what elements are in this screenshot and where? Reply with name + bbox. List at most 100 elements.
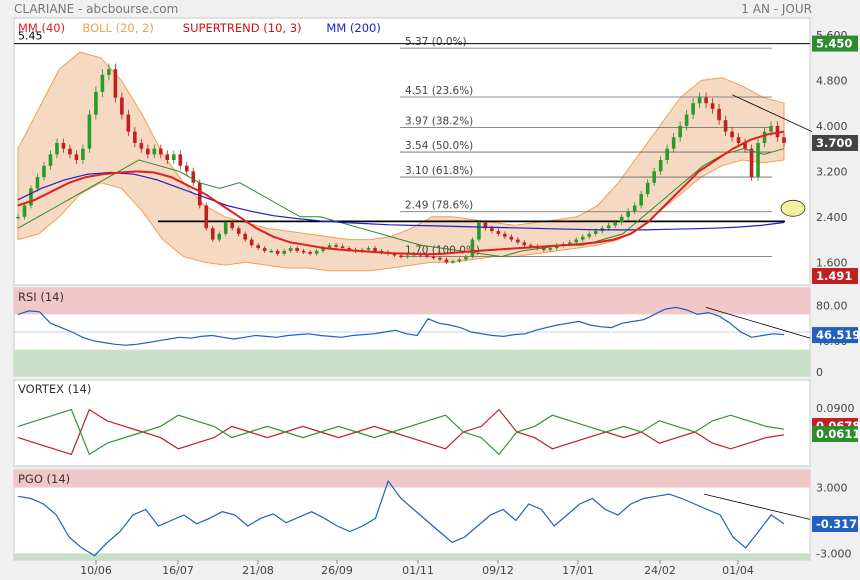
candle-body xyxy=(340,246,345,249)
candle-body xyxy=(314,250,319,254)
candle-body xyxy=(717,108,721,121)
candle-body xyxy=(678,125,682,138)
x-tick-1: 16/07 xyxy=(162,564,194,577)
candle-body xyxy=(61,142,66,149)
pgo-tick-3: 3.000 xyxy=(816,482,848,495)
candle-body xyxy=(100,74,105,92)
candle-body xyxy=(632,205,637,212)
candle-body xyxy=(619,216,624,223)
candle-body xyxy=(210,228,215,240)
candle-body xyxy=(749,148,754,178)
candle-body xyxy=(366,248,371,250)
candle-body xyxy=(159,148,163,155)
vortex-tick: 0.0900 xyxy=(816,402,855,415)
candle-body xyxy=(762,131,767,143)
candle-body xyxy=(282,250,286,254)
candle-body xyxy=(723,120,728,132)
candle-body xyxy=(87,114,92,149)
candle-body xyxy=(704,97,708,104)
candle-body xyxy=(399,255,403,257)
candle-body xyxy=(35,177,40,189)
candle-body xyxy=(645,182,650,195)
pgo-title: PGO (14) xyxy=(18,472,70,486)
rsi-oversold-zone xyxy=(14,349,810,376)
candle-body xyxy=(256,245,260,249)
candle-body xyxy=(16,216,20,219)
candle-body xyxy=(580,236,585,240)
candle-body xyxy=(22,205,27,217)
x-tick-6: 17/01 xyxy=(562,564,594,577)
candle-body xyxy=(113,69,118,98)
candle-body xyxy=(684,114,689,126)
candle-body xyxy=(438,257,442,260)
candle-body xyxy=(288,248,293,251)
candle-body xyxy=(548,248,553,250)
candle-body xyxy=(217,233,222,240)
x-tick-5: 09/12 xyxy=(482,564,514,577)
pgo-value-badge: -0.3176 xyxy=(816,517,860,531)
candle-body xyxy=(477,222,481,240)
candle-body xyxy=(249,239,254,246)
x-tick-8: 01/04 xyxy=(722,564,754,577)
candle-body xyxy=(451,261,455,263)
candle-body xyxy=(243,233,248,240)
candle-body xyxy=(658,160,663,172)
candle-body xyxy=(606,225,611,229)
candle-body xyxy=(444,259,449,263)
candle-body xyxy=(139,142,144,149)
candle-body xyxy=(639,194,643,206)
x-tick-3: 26/09 xyxy=(321,564,353,577)
candle-body xyxy=(223,222,228,234)
candle-body xyxy=(301,250,306,253)
candle-body xyxy=(197,182,202,206)
last-price-badge: 3.700 xyxy=(816,136,852,150)
rsi-tick-0: 0 xyxy=(816,366,823,379)
candle-body xyxy=(457,259,462,262)
candle-body xyxy=(431,256,436,259)
candle-body xyxy=(295,248,299,251)
candle-body xyxy=(710,103,715,109)
y-tick-price-3: 3.200 xyxy=(816,165,848,178)
vortex-title: VORTEX (14) xyxy=(18,382,91,396)
candle-body xyxy=(490,228,494,232)
candle-body xyxy=(671,137,676,149)
candle-body xyxy=(204,205,209,229)
y-tick-price-4: 2.400 xyxy=(816,211,848,224)
candle-body xyxy=(574,239,579,243)
rsi-value-badge: 46.519 xyxy=(816,328,860,342)
candle-body xyxy=(236,228,241,234)
candle-body xyxy=(146,148,150,155)
x-tick-4: 01/11 xyxy=(402,564,434,577)
x-tick-2: 21/08 xyxy=(242,564,274,577)
candle-body xyxy=(503,233,507,237)
candle-body xyxy=(464,256,468,260)
y-tick-price-5: 1.600 xyxy=(816,256,848,269)
candle-body xyxy=(94,91,98,115)
candle-body xyxy=(120,97,124,115)
candle-body xyxy=(496,231,501,234)
candle-body xyxy=(165,154,170,161)
pgo-lower-zone xyxy=(14,553,810,560)
candle-body xyxy=(230,222,235,229)
candle-body xyxy=(613,222,618,226)
candle-body xyxy=(133,131,137,143)
candle-body xyxy=(48,154,53,166)
panel-vortex xyxy=(13,379,811,467)
rsi-title: RSI (14) xyxy=(18,290,64,304)
y-tick-price-2: 4.000 xyxy=(816,120,848,133)
rsi-overbought-zone xyxy=(14,288,810,315)
candle-body xyxy=(308,252,312,254)
fib-label-2: 3.97 (38.2%) xyxy=(405,116,473,128)
candle-body xyxy=(782,137,786,143)
legend-item-2: SUPERTREND (10, 3) xyxy=(183,21,302,35)
stock-chart: 5.37 (0.0%) 4.51 (23.6%) 3.97 (38.2%) 3.54 … xyxy=(13,17,860,577)
candle-body xyxy=(262,248,267,251)
y-tick-price-1: 4.800 xyxy=(816,74,848,87)
candle-body xyxy=(405,255,410,257)
candle-body xyxy=(126,114,131,132)
candle-body xyxy=(373,248,377,251)
candle-body xyxy=(769,125,773,132)
candle-body xyxy=(425,255,429,257)
high-price-badge: 5.450 xyxy=(816,37,852,51)
vortex-green-badge: 0.0611 xyxy=(816,427,860,441)
